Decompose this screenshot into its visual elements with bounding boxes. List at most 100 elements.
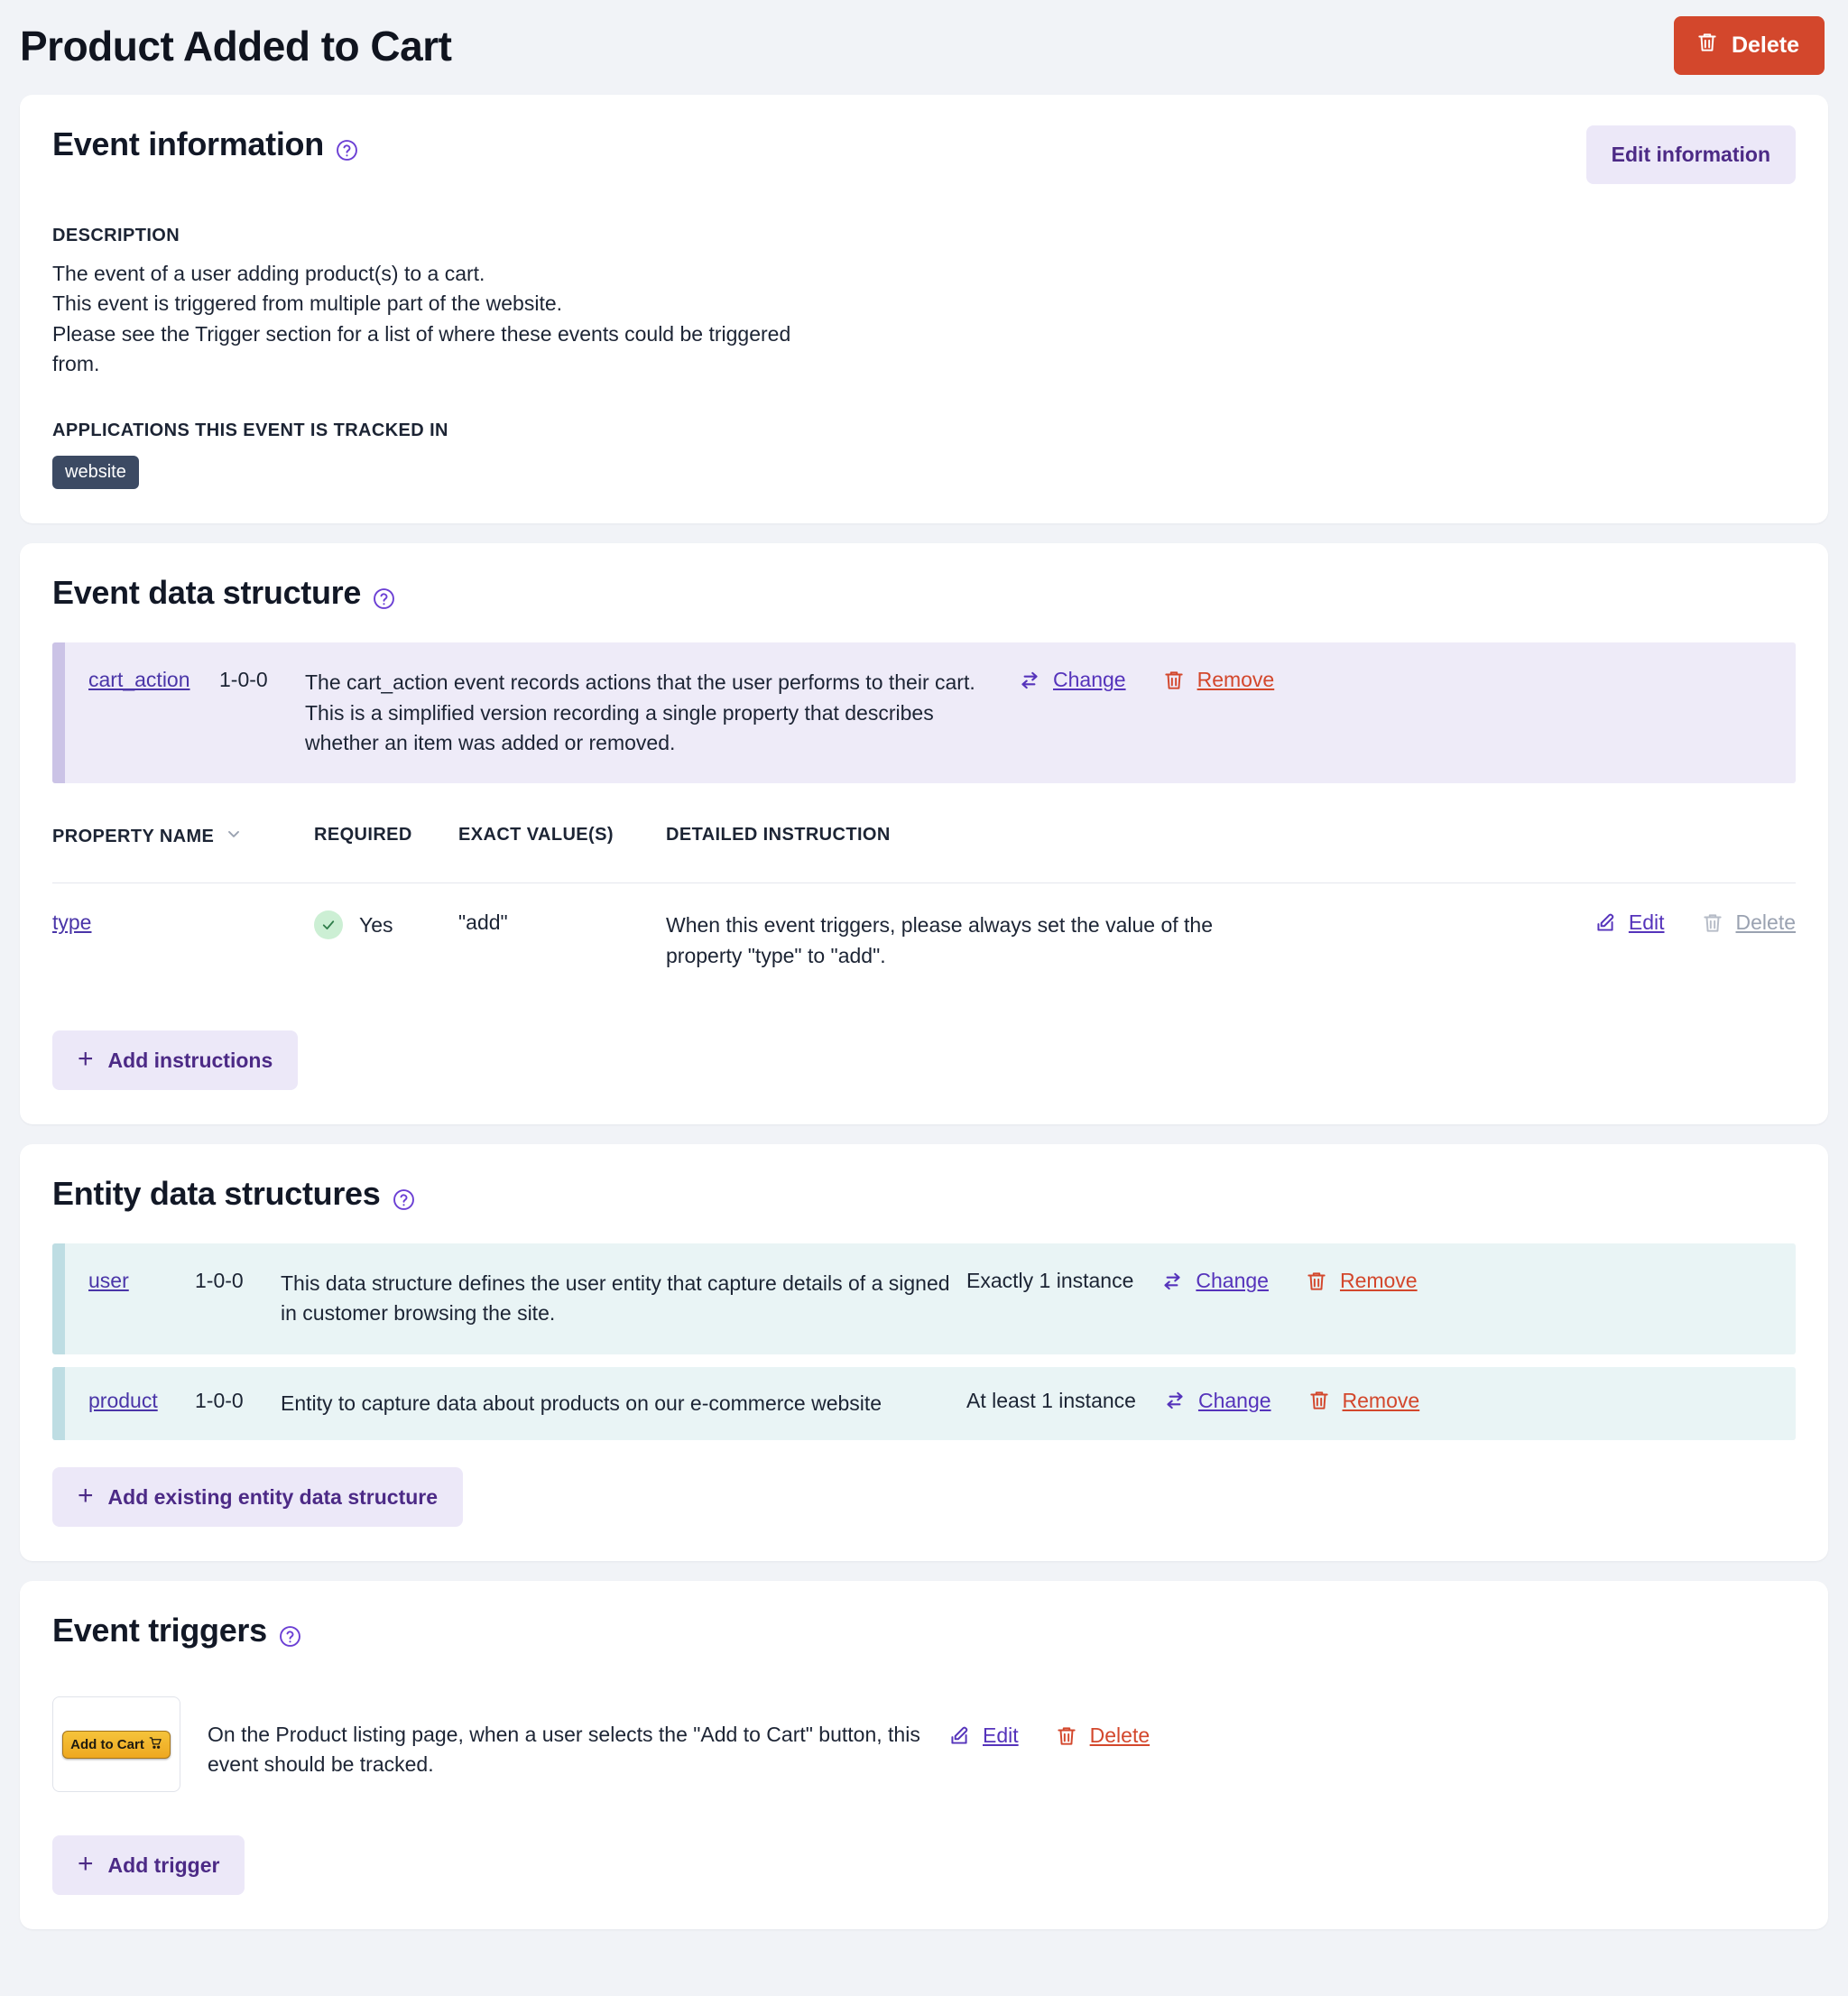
properties-table: PROPERTY NAME REQUIRED EXACT VALUE(S) DE…: [52, 825, 1796, 998]
swap-arrows-icon: [1160, 1270, 1184, 1293]
add-existing-entity-label: Add existing entity data structure: [108, 1485, 439, 1510]
event-structure-version: 1-0-0: [219, 668, 305, 692]
chevron-down-icon[interactable]: [225, 825, 243, 848]
entity-actions: Change Remove: [1154, 1389, 1419, 1413]
add-trigger-label: Add trigger: [108, 1853, 220, 1878]
add-trigger-button[interactable]: + Add trigger: [52, 1835, 245, 1895]
column-detailed-instruction: DETAILED INSTRUCTION: [666, 825, 1444, 883]
trigger-actions: Edit Delete: [947, 1696, 1150, 1748]
applications-tag-list: website: [52, 441, 1796, 489]
swap-arrows-icon: [1163, 1389, 1187, 1412]
trash-icon: [1696, 31, 1719, 60]
event-structure-name-link[interactable]: cart_action: [88, 668, 219, 692]
event-structure-body: cart_action 1-0-0 The cart_action event …: [65, 642, 1796, 783]
page-header: Product Added to Cart Delete: [0, 0, 1848, 95]
property-exact-value-cell: "add": [458, 883, 666, 998]
trash-icon: [1305, 1270, 1328, 1293]
entity-name-link[interactable]: product: [88, 1389, 195, 1413]
entity-structure-row: product 1-0-0 Entity to capture data abo…: [52, 1367, 1796, 1440]
pencil-square-icon: [1594, 911, 1617, 935]
change-structure-label: Change: [1053, 668, 1126, 692]
add-to-cart-label: Add to Cart: [70, 1737, 144, 1752]
trigger-row: Add to Cart On the Product listing page,…: [52, 1696, 1796, 1792]
entity-name-link[interactable]: user: [88, 1269, 195, 1293]
column-required: REQUIRED: [314, 825, 458, 883]
edit-property-button[interactable]: Edit: [1594, 910, 1665, 935]
application-tag: website: [52, 456, 139, 489]
remove-structure-button[interactable]: Remove: [1162, 668, 1275, 692]
event-triggers-card: Event triggers Add to Cart: [20, 1581, 1828, 1929]
change-structure-button[interactable]: Change: [1018, 668, 1126, 692]
question-circle-icon[interactable]: [335, 133, 359, 157]
event-triggers-title: Event triggers: [52, 1612, 1796, 1649]
check-icon: [314, 910, 343, 939]
event-data-structure-card: Event data structure cart_action 1-0-0 T…: [20, 543, 1828, 1124]
pencil-square-icon: [947, 1724, 971, 1748]
entity-actions: Change Remove: [1151, 1269, 1417, 1293]
shopping-cart-icon: [149, 1736, 162, 1753]
trash-icon: [1701, 911, 1724, 935]
event-data-structure-title: Event data structure: [52, 574, 1796, 612]
trash-icon: [1162, 669, 1186, 692]
delete-trigger-button[interactable]: Delete: [1055, 1723, 1150, 1748]
entity-cardinality: Exactly 1 instance: [966, 1269, 1151, 1293]
row-accent-bar: [52, 1243, 65, 1354]
entity-structure-body: user 1-0-0 This data structure defines t…: [65, 1243, 1796, 1354]
remove-entity-button[interactable]: Remove: [1307, 1389, 1420, 1413]
entity-description: This data structure defines the user ent…: [281, 1269, 966, 1329]
change-entity-label: Change: [1196, 1269, 1269, 1293]
entity-description: Entity to capture data about products on…: [281, 1389, 966, 1418]
entity-version: 1-0-0: [195, 1389, 281, 1413]
swap-arrows-icon: [1018, 669, 1041, 692]
row-accent-bar: [52, 642, 65, 783]
property-required-value: Yes: [359, 913, 393, 938]
remove-entity-label: Remove: [1340, 1269, 1418, 1293]
trigger-thumbnail[interactable]: Add to Cart: [52, 1696, 180, 1792]
entity-data-structures-card: Entity data structures user 1-0-0 This d…: [20, 1144, 1828, 1561]
question-circle-icon[interactable]: [372, 581, 396, 605]
change-entity-label: Change: [1198, 1389, 1271, 1413]
event-information-title: Event information: [52, 125, 359, 163]
property-name-cell: type: [52, 883, 314, 998]
event-information-card: Event information Edit information DESCR…: [20, 95, 1828, 523]
change-entity-button[interactable]: Change: [1160, 1269, 1269, 1293]
add-existing-entity-button[interactable]: + Add existing entity data structure: [52, 1467, 463, 1527]
add-to-cart-screenshot: Add to Cart: [62, 1731, 171, 1759]
entity-version: 1-0-0: [195, 1269, 281, 1293]
add-instructions-button[interactable]: + Add instructions: [52, 1030, 298, 1090]
question-circle-icon[interactable]: [392, 1182, 416, 1206]
property-actions-cell: Edit Delete: [1444, 883, 1796, 998]
property-required-cell: Yes: [314, 883, 458, 998]
edit-information-label: Edit information: [1612, 143, 1770, 167]
description-text: The event of a user adding product(s) to…: [52, 259, 810, 379]
entity-structure-row: user 1-0-0 This data structure defines t…: [52, 1243, 1796, 1354]
applications-label: APPLICATIONS THIS EVENT IS TRACKED IN: [52, 420, 1796, 441]
entity-data-structures-title: Entity data structures: [52, 1175, 1796, 1213]
edit-trigger-label: Edit: [983, 1723, 1019, 1748]
trigger-description: On the Product listing page, when a user…: [208, 1696, 920, 1780]
delete-property-button: Delete: [1701, 910, 1796, 935]
question-circle-icon[interactable]: [278, 1619, 302, 1643]
entity-structure-body: product 1-0-0 Entity to capture data abo…: [65, 1367, 1796, 1440]
trash-icon: [1307, 1389, 1331, 1412]
change-entity-button[interactable]: Change: [1163, 1389, 1271, 1413]
delete-property-label: Delete: [1736, 910, 1796, 935]
page-title: Product Added to Cart: [20, 22, 451, 70]
remove-entity-button[interactable]: Remove: [1305, 1269, 1418, 1293]
edit-information-button[interactable]: Edit information: [1586, 125, 1796, 184]
plus-icon: +: [78, 1851, 94, 1878]
delete-event-label: Delete: [1732, 32, 1799, 59]
edit-trigger-button[interactable]: Edit: [947, 1723, 1019, 1748]
column-row-actions: [1444, 825, 1796, 883]
add-instructions-label: Add instructions: [108, 1049, 273, 1073]
event-structure-row: cart_action 1-0-0 The cart_action event …: [52, 642, 1796, 783]
property-instruction-text: When this event triggers, please always …: [666, 910, 1243, 971]
property-name-link[interactable]: type: [52, 910, 91, 934]
plus-icon: +: [78, 1483, 94, 1510]
column-property-name[interactable]: PROPERTY NAME: [52, 825, 314, 883]
remove-entity-label: Remove: [1343, 1389, 1420, 1413]
delete-event-button[interactable]: Delete: [1674, 16, 1825, 75]
row-accent-bar: [52, 1367, 65, 1440]
property-instruction-cell: When this event triggers, please always …: [666, 883, 1444, 998]
plus-icon: +: [78, 1046, 94, 1073]
